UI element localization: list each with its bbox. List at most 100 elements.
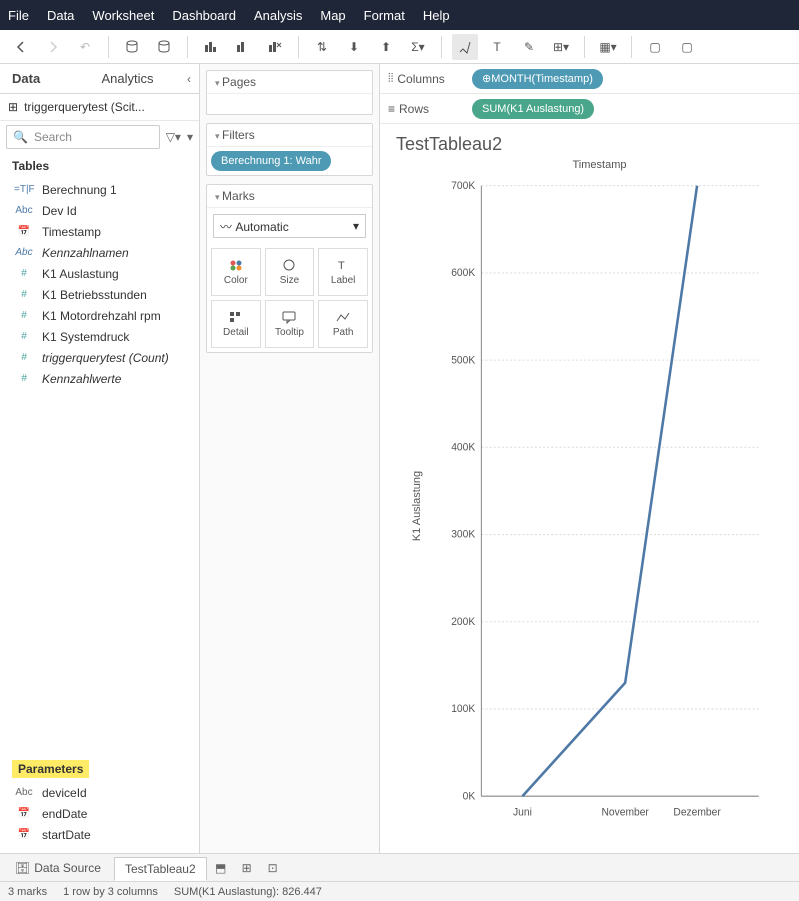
- label-button[interactable]: T: [484, 34, 510, 60]
- highlight-button[interactable]: [452, 34, 478, 60]
- svg-text:Dezember: Dezember: [673, 807, 721, 818]
- filters-shelf[interactable]: Filters Berechnung 1: Wahr: [206, 123, 373, 176]
- marks-card: Marks 〰 Automatic ▾ Color Size TLabel De…: [206, 184, 373, 353]
- param-type-icon: 📅: [14, 808, 34, 819]
- menu-help[interactable]: Help: [423, 8, 450, 23]
- field-type-icon: #: [14, 289, 34, 300]
- field-item[interactable]: # K1 Auslastung: [6, 263, 193, 284]
- field-item[interactable]: AbcKennzahlnamen: [6, 242, 193, 263]
- view-menu-icon[interactable]: ▾: [187, 130, 193, 144]
- tab-data[interactable]: Data: [0, 64, 90, 93]
- refresh-data-button[interactable]: [151, 34, 177, 60]
- svg-text:100K: 100K: [451, 704, 475, 715]
- collapse-pane-button[interactable]: ‹: [179, 72, 199, 86]
- status-dims: 1 row by 3 columns: [63, 886, 158, 898]
- menu-data[interactable]: Data: [47, 8, 74, 23]
- mark-label[interactable]: TLabel: [318, 248, 368, 296]
- clear-button[interactable]: [262, 34, 288, 60]
- field-item[interactable]: =T|FBerechnung 1: [6, 179, 193, 200]
- back-button[interactable]: [8, 34, 34, 60]
- line-chart: 0K100K200K300K400K500K600K700KJuniNovemb…: [430, 175, 769, 839]
- menu-dashboard[interactable]: Dashboard: [172, 8, 236, 23]
- totals-button[interactable]: Σ▾: [405, 34, 431, 60]
- field-label: K1 Auslastung: [42, 267, 119, 281]
- field-item[interactable]: AbcDev Id: [6, 200, 193, 221]
- datasource-label: triggerquerytest (Scit...: [24, 100, 145, 114]
- svg-text:300K: 300K: [451, 530, 475, 541]
- param-type-icon: 📅: [14, 829, 34, 840]
- field-label: Timestamp: [42, 225, 101, 239]
- pages-shelf[interactable]: Pages: [206, 70, 373, 115]
- menu-format[interactable]: Format: [364, 8, 405, 23]
- field-item[interactable]: #Kennzahlwerte: [6, 368, 193, 389]
- field-type-icon: Abc: [14, 205, 34, 216]
- fit-button[interactable]: ⊞▾: [548, 34, 574, 60]
- datasource-icon: ⊞: [8, 100, 18, 114]
- sort-desc-button[interactable]: ⬆: [373, 34, 399, 60]
- menu-map[interactable]: Map: [320, 8, 345, 23]
- undo-button[interactable]: ↶: [72, 34, 98, 60]
- duplicate-button[interactable]: [230, 34, 256, 60]
- share-button[interactable]: ▢: [674, 34, 700, 60]
- marks-type-label: Automatic: [235, 220, 288, 234]
- tables-header: Tables: [0, 153, 199, 179]
- new-story-button[interactable]: ⊡: [261, 861, 285, 875]
- field-item[interactable]: #triggerquerytest (Count): [6, 347, 193, 368]
- filter-icon[interactable]: ▽▾: [166, 130, 181, 144]
- status-marks: 3 marks: [8, 886, 47, 898]
- parameter-item[interactable]: 📅 startDate: [6, 824, 193, 845]
- menu-bar: File Data Worksheet Dashboard Analysis M…: [0, 0, 799, 30]
- tab-analytics[interactable]: Analytics: [90, 64, 180, 93]
- tab-sheet[interactable]: TestTableau2: [114, 857, 207, 881]
- field-item[interactable]: #K1 Systemdruck: [6, 326, 193, 347]
- new-worksheet-button[interactable]: [198, 34, 224, 60]
- new-dashboard-button[interactable]: ⊞: [235, 861, 259, 875]
- worksheet-title[interactable]: TestTableau2: [380, 124, 799, 159]
- mark-size[interactable]: Size: [265, 248, 315, 296]
- parameter-item[interactable]: AbcdeviceId: [6, 782, 193, 803]
- columns-shelf[interactable]: ⦙⦙Columns ⊕ MONTH(Timestamp): [380, 64, 799, 94]
- showme-button[interactable]: ▦▾: [595, 34, 621, 60]
- columns-icon: ⦙⦙: [388, 71, 393, 86]
- datasource-item[interactable]: ⊞ triggerquerytest (Scit...: [0, 94, 199, 121]
- menu-worksheet[interactable]: Worksheet: [92, 8, 154, 23]
- search-input[interactable]: 🔍 Search: [6, 125, 160, 149]
- rows-pill[interactable]: SUM(K1 Auslastung): [472, 99, 594, 119]
- field-type-icon: #: [14, 310, 34, 321]
- chart-y-label: K1 Auslastung: [411, 471, 423, 541]
- tab-datasource[interactable]: 🗄Data Source: [4, 856, 112, 880]
- menu-analysis[interactable]: Analysis: [254, 8, 302, 23]
- menu-file[interactable]: File: [8, 8, 29, 23]
- field-type-icon: #: [14, 352, 34, 363]
- field-label: Kennzahlwerte: [42, 372, 121, 386]
- field-type-icon: #: [14, 268, 34, 279]
- svg-text:700K: 700K: [451, 181, 475, 192]
- mark-color[interactable]: Color: [211, 248, 261, 296]
- field-item[interactable]: # K1 Motordrehzahl rpm: [6, 305, 193, 326]
- presentation-button[interactable]: ▢: [642, 34, 668, 60]
- search-placeholder: Search: [34, 130, 72, 144]
- swap-button[interactable]: ⇅: [309, 34, 335, 60]
- new-data-button[interactable]: [119, 34, 145, 60]
- parameter-item[interactable]: 📅endDate: [6, 803, 193, 824]
- sort-asc-button[interactable]: ⬇: [341, 34, 367, 60]
- svg-text:600K: 600K: [451, 268, 475, 279]
- forward-button[interactable]: [40, 34, 66, 60]
- filters-label: Filters: [207, 124, 372, 147]
- mark-detail[interactable]: Detail: [211, 300, 261, 348]
- mark-path[interactable]: Path: [318, 300, 368, 348]
- param-label: startDate: [42, 828, 91, 842]
- pages-label: Pages: [207, 71, 372, 94]
- field-label: K1 Motordrehzahl rpm: [42, 309, 161, 323]
- mark-tooltip[interactable]: Tooltip: [265, 300, 315, 348]
- rows-shelf[interactable]: ≡Rows SUM(K1 Auslastung): [380, 94, 799, 124]
- rows-label: Rows: [399, 102, 429, 116]
- format-button[interactable]: ✎: [516, 34, 542, 60]
- field-item[interactable]: 📅Timestamp: [6, 221, 193, 242]
- columns-pill[interactable]: ⊕ MONTH(Timestamp): [472, 69, 603, 89]
- field-type-icon: Abc: [14, 247, 34, 258]
- marks-type-dropdown[interactable]: 〰 Automatic ▾: [213, 214, 366, 238]
- field-item[interactable]: #K1 Betriebsstunden: [6, 284, 193, 305]
- new-sheet-button[interactable]: ⬒: [209, 861, 233, 875]
- filter-pill[interactable]: Berechnung 1: Wahr: [211, 151, 331, 171]
